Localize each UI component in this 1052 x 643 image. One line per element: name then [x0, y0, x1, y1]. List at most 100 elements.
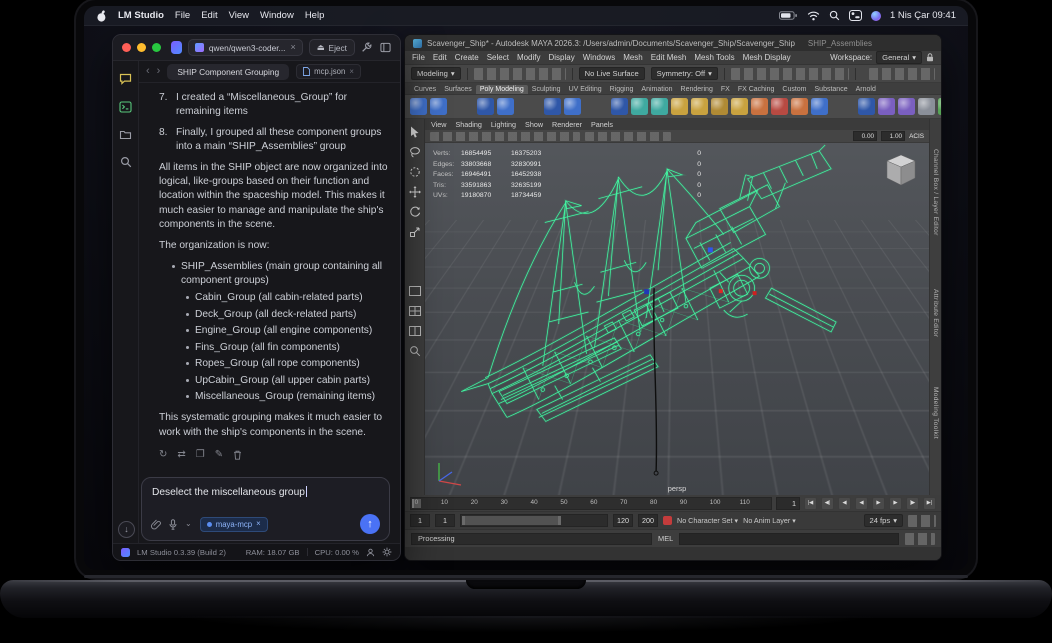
panel-menu-panels[interactable]: Panels — [591, 120, 613, 129]
move-tool-icon[interactable] — [407, 184, 422, 199]
send-button[interactable]: ↑ — [360, 514, 380, 534]
close-traffic-light[interactable] — [122, 43, 131, 52]
shelf-icon-svg-tool[interactable] — [771, 98, 788, 115]
command-input[interactable] — [679, 532, 899, 545]
menu-view[interactable]: View — [229, 10, 249, 21]
apple-menu-icon[interactable] — [96, 9, 107, 22]
command-line-icons[interactable] — [905, 532, 935, 545]
maya-menu-modify[interactable]: Modify — [517, 53, 541, 62]
menu-set-selector[interactable]: Modeling ▾ — [411, 67, 461, 80]
viewport-icons-display[interactable] — [585, 131, 671, 141]
sidebar-developer-icon[interactable] — [119, 101, 132, 113]
maya-menu-edit-mesh[interactable]: Edit Mesh — [651, 53, 687, 62]
model-unload-icon[interactable]: × — [290, 43, 295, 52]
command-language-toggle[interactable]: MEL — [658, 534, 673, 543]
minimize-traffic-light[interactable] — [137, 43, 146, 52]
sidebar-discover-search-icon[interactable] — [120, 156, 132, 168]
settings-gear-icon[interactable] — [382, 547, 392, 557]
maya-menu-windows[interactable]: Windows — [583, 53, 615, 62]
maya-menu-edit[interactable]: Edit — [433, 53, 447, 62]
wifi-icon[interactable] — [807, 10, 820, 21]
shelf-tab-surfaces[interactable]: Surfaces — [440, 85, 476, 94]
viewport-icons-camera[interactable] — [430, 131, 580, 141]
siri-icon[interactable] — [870, 10, 881, 21]
maya-menu-display[interactable]: Display — [549, 53, 575, 62]
tab-attribute-editor[interactable]: Attribute Editor — [932, 289, 939, 337]
zoom-tool-icon[interactable] — [407, 343, 422, 358]
tab-channel-box[interactable]: Channel Box / Layer Editor — [932, 149, 939, 236]
shelf-tab-fx[interactable]: FX — [717, 85, 734, 94]
view-cube[interactable] — [881, 151, 921, 191]
battery-icon[interactable] — [778, 11, 798, 20]
menu-window[interactable]: Window — [260, 10, 294, 21]
range-slider-handle[interactable] — [462, 516, 562, 525]
shelf-tab-animation[interactable]: Animation — [637, 85, 676, 94]
workspace-selector[interactable]: General ▾ — [876, 51, 922, 64]
shelf-icon-extrude[interactable] — [898, 98, 915, 115]
shelf-tab-rendering[interactable]: Rendering — [677, 85, 717, 94]
chat-tab[interactable]: SHIP Component Grouping — [167, 63, 290, 80]
search-icon[interactable] — [829, 10, 840, 21]
shelf-icon-soccer-ball[interactable] — [711, 98, 728, 115]
control-center-icon[interactable] — [848, 10, 862, 21]
panel-menu-show[interactable]: Show — [525, 120, 543, 129]
eject-model-button[interactable]: ⏏ Eject — [308, 39, 355, 56]
menubar-app-name[interactable]: LM Studio — [118, 10, 164, 21]
tab-modeling-toolkit[interactable]: Modeling Toolkit — [932, 387, 939, 439]
shelf-tab-fx-caching[interactable]: FX Caching — [734, 85, 779, 94]
shelf-icon-cylinder[interactable] — [477, 98, 494, 115]
viewport-canvas[interactable]: Verts: 16854495 16375203 0 Edges: 33803668 32… — [425, 143, 929, 495]
maya-menu-file[interactable]: File — [412, 53, 425, 62]
zoom-traffic-light[interactable] — [152, 43, 161, 52]
maya-menu-create[interactable]: Create — [455, 53, 479, 62]
composer-input[interactable]: Deselect the miscellaneous group — [152, 486, 379, 498]
shelf-icon-disc[interactable] — [611, 98, 628, 115]
shelf-icon-sphere[interactable] — [410, 98, 427, 115]
next-key-button[interactable]: |▶ — [906, 496, 919, 510]
shelf-icon-helix[interactable] — [671, 98, 688, 115]
panel-menu-lighting[interactable]: Lighting — [491, 120, 516, 129]
toolbar-icons-file-edit[interactable] — [473, 67, 566, 80]
go-to-end-button[interactable]: ▶| — [923, 496, 936, 510]
perspective-viewport[interactable]: View Shading Lighting Show Renderer Pane… — [425, 119, 929, 495]
shelf-icon-platonic[interactable] — [631, 98, 648, 115]
mcp-json-tab[interactable]: mcp.json × — [296, 64, 361, 79]
regenerate-icon[interactable]: ↻ — [159, 449, 167, 460]
maya-menu-mesh[interactable]: Mesh — [623, 53, 643, 62]
gamma-field[interactable]: 1.00 — [881, 131, 906, 141]
live-surface-button[interactable]: No Live Surface — [578, 67, 645, 80]
shelf-icon-gear[interactable] — [691, 98, 708, 115]
mic-caret-icon[interactable]: ⌄ — [185, 520, 192, 528]
panel-menu-shading[interactable]: Shading — [455, 120, 481, 129]
panel-toggle-icon[interactable] — [380, 42, 391, 53]
maya-menu-mesh-tools[interactable]: Mesh Tools — [694, 53, 734, 62]
shelf-icon-combine[interactable] — [858, 98, 875, 115]
shelf-tab-rigging[interactable]: Rigging — [606, 85, 638, 94]
scale-tool-icon[interactable] — [407, 224, 422, 239]
animation-end-field[interactable]: 200 — [638, 514, 658, 527]
step-forward-button[interactable]: ▶ — [889, 496, 902, 510]
mic-icon[interactable] — [169, 518, 177, 530]
sidebar-models-folder-icon[interactable] — [119, 129, 132, 140]
playback-options-icons[interactable] — [908, 514, 936, 527]
exposure-field[interactable]: 0.00 — [853, 131, 878, 141]
edit-icon[interactable]: ✎ — [215, 449, 223, 460]
wrench-icon[interactable] — [361, 42, 372, 53]
shelf-icon-boolean[interactable] — [811, 98, 828, 115]
select-tool-icon[interactable] — [407, 124, 422, 139]
step-back-button[interactable]: ◀ — [838, 496, 851, 510]
play-forward-button[interactable]: ▶ — [872, 496, 885, 510]
sidebar-chat-icon[interactable] — [119, 73, 132, 85]
shelf-icon-separate[interactable] — [878, 98, 895, 115]
layout-four-pane-icon[interactable] — [407, 303, 422, 318]
menu-file[interactable]: File — [175, 10, 190, 21]
character-set-selector[interactable]: No Character Set ▾ — [677, 516, 738, 525]
lock-icon[interactable] — [926, 53, 934, 62]
menubar-clock[interactable]: 1 Nis Çar 09:41 — [890, 10, 956, 21]
fps-selector[interactable]: 24 fps ▾ — [863, 514, 903, 527]
shelf-icon-bevel[interactable] — [918, 98, 935, 115]
layout-single-pane-icon[interactable] — [407, 283, 422, 298]
shelf-tab-poly-modeling[interactable]: Poly Modeling — [475, 85, 528, 94]
shelf-icon-sweep-mesh[interactable] — [791, 98, 808, 115]
play-backwards-button[interactable]: ◀ — [855, 496, 868, 510]
